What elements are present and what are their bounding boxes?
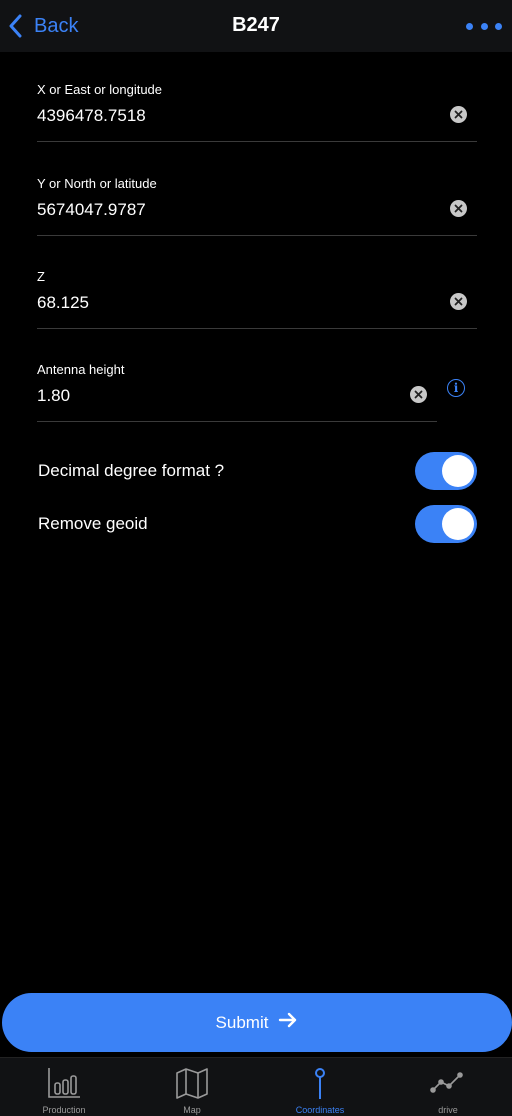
bar-chart-icon bbox=[46, 1066, 82, 1100]
antenna-height-input[interactable] bbox=[37, 386, 377, 406]
tab-bar: Production Map Coordinates drive bbox=[0, 1057, 512, 1116]
y-coordinate-field: Y or North or latitude bbox=[37, 176, 477, 236]
tab-production-label: Production bbox=[42, 1105, 86, 1115]
info-icon[interactable]: i bbox=[447, 379, 465, 397]
decimal-degree-label: Decimal degree format ? bbox=[38, 461, 225, 480]
tab-coordinates[interactable]: Coordinates bbox=[256, 1058, 384, 1116]
x-coordinate-field: X or East or longitude bbox=[37, 82, 477, 142]
arrow-right-icon bbox=[278, 1011, 298, 1034]
tab-production[interactable]: Production bbox=[0, 1058, 128, 1116]
remove-geoid-label: Remove geoid bbox=[38, 514, 148, 533]
clear-icon[interactable] bbox=[410, 386, 427, 403]
remove-geoid-switch[interactable] bbox=[415, 505, 477, 543]
switch-knob bbox=[442, 508, 474, 540]
submit-button[interactable]: Submit bbox=[2, 993, 512, 1052]
location-pin-icon bbox=[302, 1066, 338, 1100]
antenna-height-field: Antenna height bbox=[37, 362, 437, 422]
clear-icon[interactable] bbox=[450, 200, 467, 217]
submit-label: Submit bbox=[215, 1012, 269, 1032]
more-options-button[interactable] bbox=[466, 16, 502, 36]
line-graph-icon bbox=[430, 1066, 466, 1100]
z-coordinate-input[interactable] bbox=[37, 293, 417, 313]
tab-map-label: Map bbox=[183, 1105, 201, 1115]
y-coordinate-input[interactable] bbox=[37, 200, 417, 220]
clear-icon[interactable] bbox=[450, 293, 467, 310]
y-coordinate-label: Y or North or latitude bbox=[37, 176, 157, 191]
tab-coordinates-label: Coordinates bbox=[295, 1105, 345, 1115]
x-coordinate-label: X or East or longitude bbox=[37, 82, 163, 97]
tab-drive[interactable]: drive bbox=[384, 1058, 512, 1116]
map-icon bbox=[174, 1066, 210, 1100]
decimal-degree-toggle-row: Decimal degree format ? bbox=[37, 451, 477, 491]
tab-drive-label: drive bbox=[438, 1105, 458, 1115]
navigation-bar: Back B247 bbox=[0, 0, 512, 52]
antenna-height-label: Antenna height bbox=[37, 362, 125, 377]
z-coordinate-field: Z bbox=[37, 269, 477, 329]
tab-map[interactable]: Map bbox=[128, 1058, 256, 1116]
clear-icon[interactable] bbox=[450, 106, 467, 123]
x-coordinate-input[interactable] bbox=[37, 106, 417, 126]
remove-geoid-toggle-row: Remove geoid bbox=[37, 504, 477, 544]
page-title: B247 bbox=[232, 14, 280, 36]
more-horizontal-icon bbox=[466, 22, 473, 30]
z-coordinate-label: Z bbox=[37, 269, 45, 284]
decimal-degree-switch[interactable] bbox=[415, 452, 477, 490]
switch-knob bbox=[442, 455, 474, 487]
